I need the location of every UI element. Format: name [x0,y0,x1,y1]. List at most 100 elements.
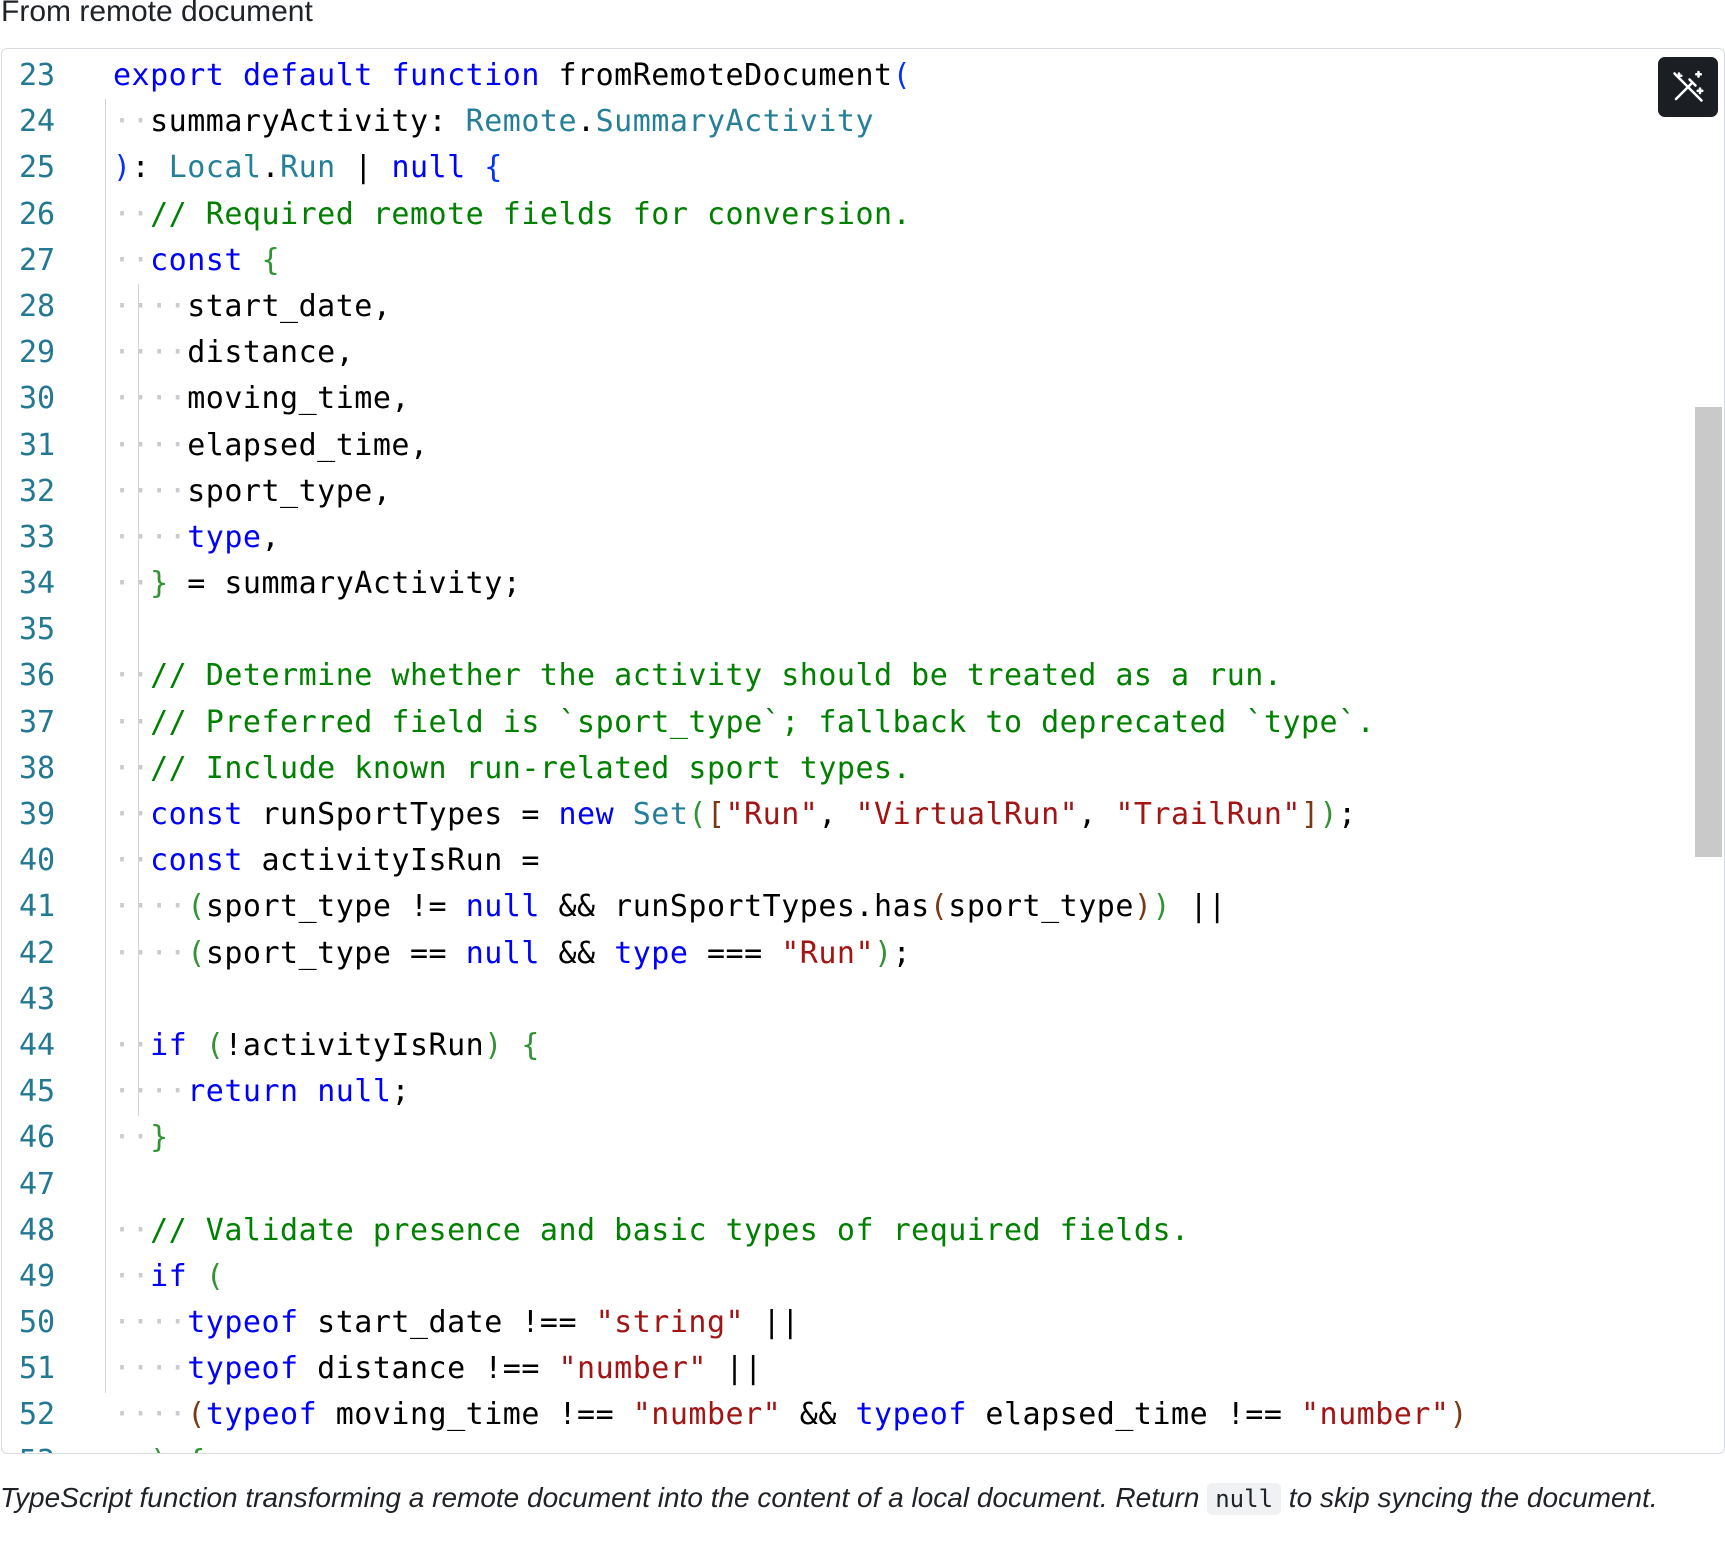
code-text: ··} [113,1120,169,1156]
line-number: 27 [19,242,56,278]
code-line[interactable]: 38 ··// Include known run-related sport t… [2,746,1724,792]
code-text: ··const runSportTypes = new Set(["Run", … [113,797,1357,832]
line-number: 39 [19,797,56,832]
code-text: ): Local.Run | null { [113,150,503,186]
code-line[interactable]: 47 [2,1162,1724,1208]
code-line[interactable]: 49 ··if ( [2,1254,1724,1300]
code-text: ··// Preferred field is `sport_type`; fa… [113,704,1376,740]
line-number: 29 [19,335,56,371]
code-text: ··if ( [113,1258,225,1294]
indent-guide [138,284,139,1116]
code-text: ··// Required remote fields for conversi… [113,196,912,232]
line-number: 37 [19,704,56,740]
code-line[interactable]: 50 ····typeof start_date !== "string" || [2,1300,1724,1346]
code-lines: 23 export default function fromRemoteDocu… [2,53,1724,1453]
code-text: ····(sport_type != null && runSportTypes… [113,889,1227,925]
code-text: ····typeof distance !== "number" || [113,1351,763,1387]
code-line[interactable]: 34 ··} = summaryActivity; [2,561,1724,607]
line-number: 32 [19,473,56,509]
code-text: export default function fromRemoteDocume… [113,58,912,93]
line-number: 33 [19,519,56,555]
caption-text-before: TypeScript function transforming a remot… [0,1482,1208,1513]
line-number: 41 [19,889,56,925]
code-line[interactable]: 40 ··const activityIsRun = [2,838,1724,884]
code-line[interactable]: 36 ··// Determine whether the activity sh… [2,653,1724,699]
line-number: 46 [19,1120,56,1156]
code-line[interactable]: 31 ····elapsed_time, [2,423,1724,469]
code-text: ··// Determine whether the activity shou… [113,658,1283,694]
line-number: 44 [19,1027,56,1063]
line-number: 36 [19,658,56,694]
code-line[interactable]: 35 [2,607,1724,653]
code-text: ··if (!activityIsRun) { [113,1027,540,1063]
line-number: 40 [19,843,56,879]
code-line[interactable]: 52 ····(typeof moving_time !== "number" &… [2,1392,1724,1438]
line-number: 52 [19,1397,56,1433]
line-number: 35 [19,612,56,648]
code-line[interactable]: 53 ··) { [2,1439,1724,1453]
indent-guide [105,99,106,1393]
line-number: 34 [19,566,56,602]
code-text: ··summaryActivity: Remote.SummaryActivit… [113,104,875,140]
code-text: ··// Validate presence and basic types o… [113,1212,1190,1248]
code-line[interactable]: 44 ··if (!activityIsRun) { [2,1023,1724,1069]
code-line[interactable]: 25 ): Local.Run | null { [2,145,1724,191]
caption-code: null [1207,1483,1282,1515]
code-text: ····start_date, [113,288,392,324]
editor-caption: TypeScript function transforming a remot… [0,1478,1660,1519]
code-line[interactable]: 42 ····(sport_type == null && type === "R… [2,931,1724,977]
code-line[interactable]: 28 ····start_date, [2,284,1724,330]
code-text: ····(sport_type == null && type === "Run… [113,935,912,971]
line-number: 53 [19,1439,55,1453]
line-number: 25 [19,150,56,186]
section-title: From remote document [1,0,313,28]
code-text: ··// Include known run-related sport typ… [113,750,912,786]
code-line[interactable]: 51 ····typeof distance !== "number" || [2,1346,1724,1392]
code-line[interactable]: 48 ··// Validate presence and basic types… [2,1208,1724,1254]
code-text: ··} = summaryActivity; [113,566,522,602]
code-line[interactable]: 45 ····return null; [2,1069,1724,1115]
line-number: 30 [19,381,56,417]
code-editor[interactable]: 23 export default function fromRemoteDocu… [1,48,1725,1454]
code-text: ····typeof start_date !== "string" || [113,1305,800,1341]
code-text: ····(typeof moving_time !== "number" && … [113,1397,1469,1433]
line-number: 51 [19,1351,56,1387]
code-line[interactable]: 27 ··const { [2,238,1724,284]
code-line[interactable]: 26 ··// Required remote fields for conver… [2,192,1724,238]
line-number: 23 [19,58,56,93]
code-text: ····elapsed_time, [113,427,429,463]
code-text: ····return null; [113,1074,410,1110]
code-line[interactable]: 30 ····moving_time, [2,376,1724,422]
line-number: 45 [19,1074,56,1110]
line-number: 28 [19,288,56,324]
code-line[interactable]: 33 ····type, [2,515,1724,561]
code-text: ··const activityIsRun = [113,843,540,879]
code-text: ··) { [113,1439,206,1453]
line-number: 47 [19,1166,56,1202]
line-number: 24 [19,104,56,140]
line-number: 43 [19,981,56,1017]
code-line[interactable]: 23 export default function fromRemoteDocu… [2,53,1724,99]
code-text: ··const { [113,242,281,278]
line-number: 26 [19,196,56,232]
vertical-scrollbar[interactable] [1694,49,1724,1453]
line-number: 48 [19,1212,56,1248]
code-text: ····moving_time, [113,381,410,417]
code-text: ····distance, [113,335,355,371]
line-number: 42 [19,935,56,971]
code-line[interactable]: 43 [2,977,1724,1023]
code-line[interactable]: 24 ··summaryActivity: Remote.SummaryActiv… [2,99,1724,145]
code-line[interactable]: 39 ··const runSportTypes = new Set(["Run"… [2,792,1724,838]
code-line[interactable]: 32 ····sport_type, [2,469,1724,515]
code-text: ····sport_type, [113,473,392,509]
line-number: 49 [19,1258,56,1294]
line-number: 38 [19,750,56,786]
code-line[interactable]: 37 ··// Preferred field is `sport_type`; … [2,700,1724,746]
code-line[interactable]: 29 ····distance, [2,330,1724,376]
code-line[interactable]: 41 ····(sport_type != null && runSportTyp… [2,884,1724,930]
code-line[interactable]: 46 ··} [2,1115,1724,1161]
scrollbar-thumb[interactable] [1695,407,1722,857]
caption-text-after: to skip syncing the document. [1281,1482,1658,1513]
line-number: 31 [19,427,56,463]
line-number: 50 [19,1305,56,1341]
